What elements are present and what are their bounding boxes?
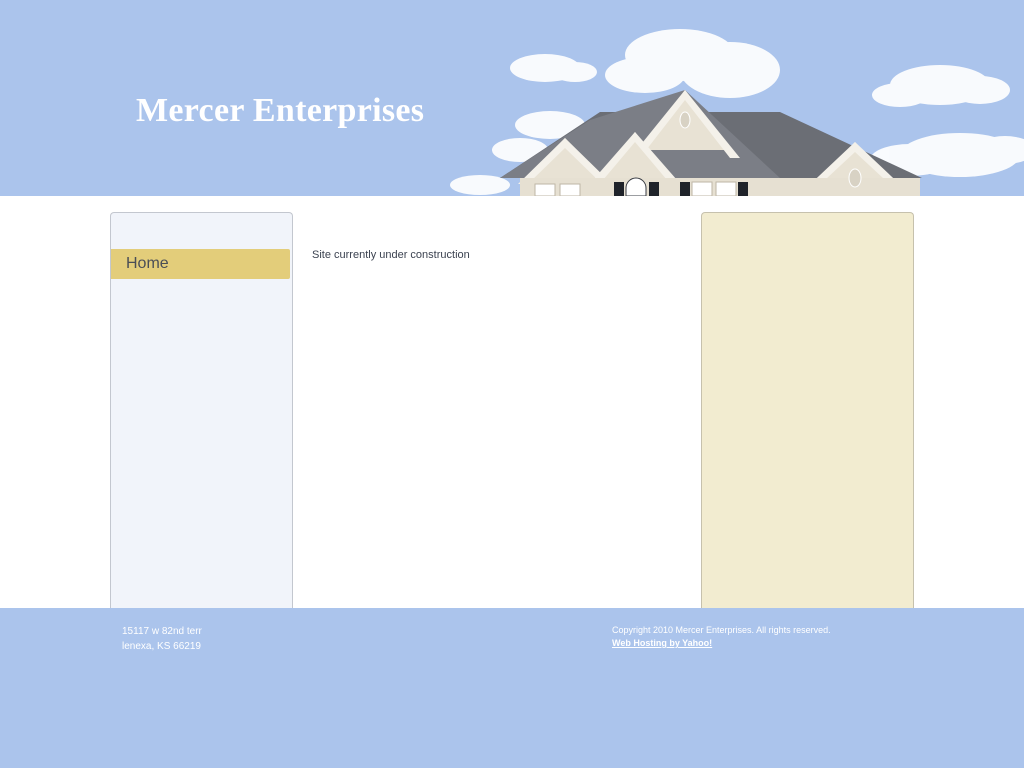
nav-item-home[interactable]: Home [111,249,290,279]
footer-copyright-block: Copyright 2010 Mercer Enterprises. All r… [612,624,831,650]
under-construction-message: Site currently under construction [312,249,470,261]
right-sidebar [701,212,914,612]
address-line-2: lenexa, KS 66219 [122,641,201,652]
copyright-text: Copyright 2010 Mercer Enterprises. All r… [612,625,831,635]
house-banner-image [450,29,1024,196]
site-header: Mercer Enterprises [0,0,1024,196]
web-hosting-link[interactable]: Web Hosting by Yahoo! [612,637,831,650]
nav-item-label: Home [126,255,169,272]
footer-address: 15117 w 82nd terr lenexa, KS 66219 [122,624,202,654]
site-title: Mercer Enterprises [136,92,425,129]
address-line-1: 15117 w 82nd terr [122,626,202,637]
site-footer: 15117 w 82nd terr lenexa, KS 66219 Copyr… [0,608,1024,768]
navigation-sidebar: Home [110,212,293,612]
